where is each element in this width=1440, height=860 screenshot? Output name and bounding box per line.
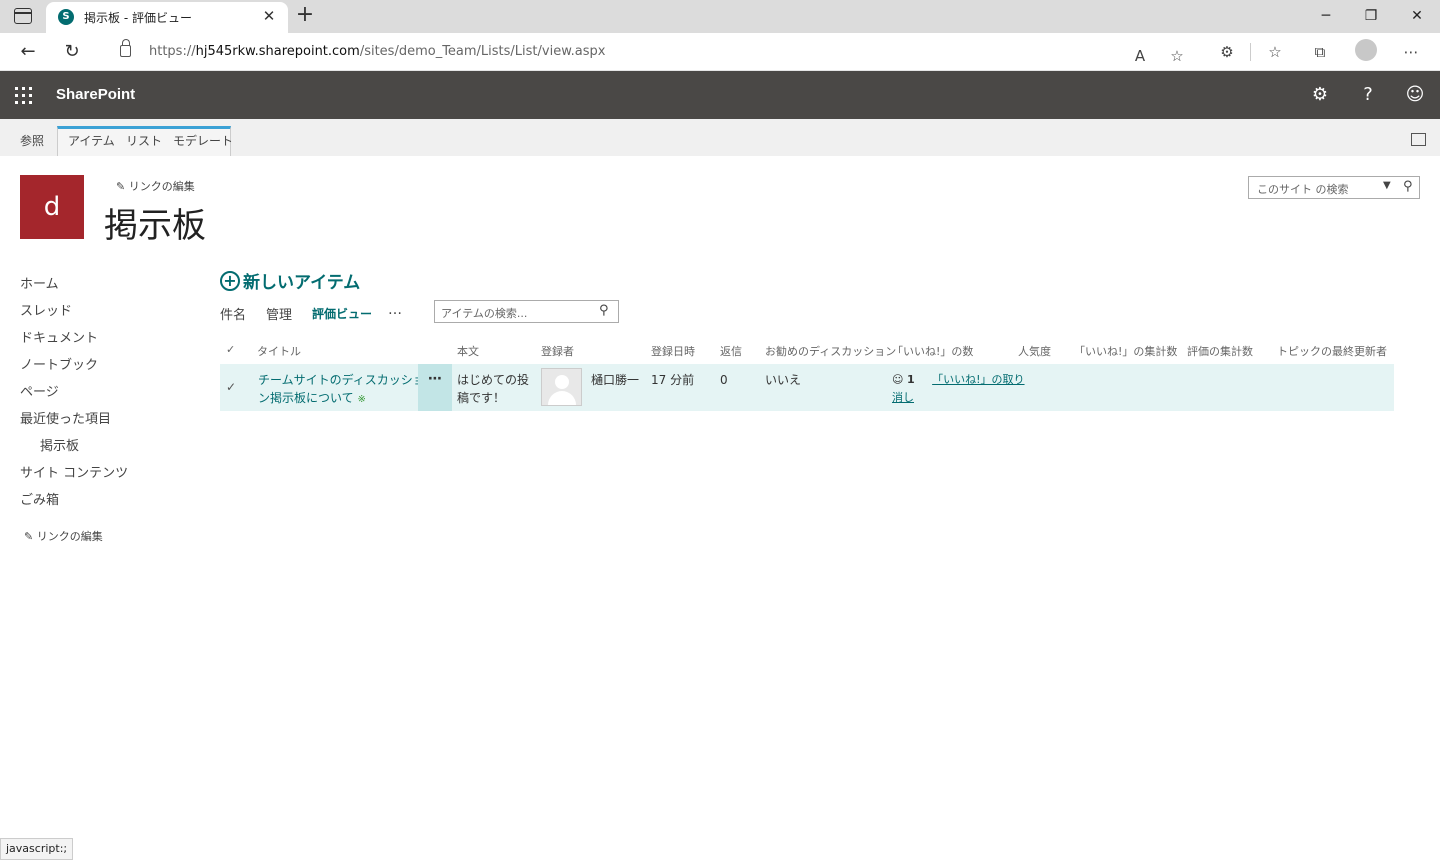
browser-status-bar: javascript:; bbox=[0, 838, 74, 860]
item-author[interactable]: 樋口勝一 bbox=[591, 371, 639, 389]
collections-icon[interactable]: ⧉ bbox=[1309, 41, 1331, 63]
col-header-title[interactable]: タイトル bbox=[257, 343, 301, 359]
new-item-button[interactable]: + 新しいアイテム bbox=[220, 268, 360, 293]
close-window-icon[interactable]: ✕ bbox=[1404, 4, 1430, 28]
more-menu-icon[interactable]: ⋯ bbox=[1400, 41, 1422, 63]
item-created: 17 分前 bbox=[651, 373, 695, 387]
favorites-icon[interactable]: ☆ bbox=[1264, 41, 1286, 63]
view-manage[interactable]: 管理 bbox=[266, 304, 292, 323]
lock-icon[interactable] bbox=[120, 39, 131, 57]
tab-actions-icon[interactable] bbox=[14, 8, 32, 24]
item-menu-button[interactable]: ⋯ bbox=[418, 364, 452, 411]
col-header-last-modified-by[interactable]: トピックの最終更新者 bbox=[1277, 343, 1387, 359]
pencil-icon: ✎ bbox=[116, 180, 129, 193]
profile-avatar[interactable] bbox=[1355, 39, 1377, 61]
minimize-icon[interactable]: ─ bbox=[1313, 4, 1339, 28]
view-subject[interactable]: 件名 bbox=[220, 304, 246, 323]
ql-edit-links[interactable]: ✎ リンクの編集 bbox=[24, 528, 103, 544]
help-icon[interactable]: ? bbox=[1356, 83, 1380, 107]
ql-item-recent[interactable]: 最近使った項目 bbox=[20, 408, 111, 427]
like-cell: ☺ 1 「いいね!」の取り 消し bbox=[892, 371, 1025, 407]
site-search-box[interactable]: このサイト の検索 ▼ ⚲ bbox=[1248, 176, 1420, 199]
unlike-link[interactable]: 「いいね!」の取り bbox=[932, 373, 1024, 386]
item-search-box[interactable]: アイテムの検索... ⚲ bbox=[434, 300, 619, 323]
ribbon: 参照 アイテム リスト モデレート bbox=[0, 119, 1440, 156]
col-header-featured[interactable]: お勧めのディスカッション bbox=[765, 343, 896, 359]
back-icon[interactable]: ← bbox=[15, 39, 41, 65]
item-title-link[interactable]: チームサイトのディスカッショ ン掲示板について ※ bbox=[258, 371, 425, 409]
refresh-icon[interactable]: ↻ bbox=[59, 39, 85, 65]
tab-moderate[interactable]: モデレート bbox=[163, 126, 243, 156]
tab-items[interactable]: アイテム bbox=[58, 126, 125, 156]
ql-item-discussion-board[interactable]: 掲示板 bbox=[40, 435, 79, 454]
page-title[interactable]: 掲示板 bbox=[104, 198, 206, 247]
item-search-placeholder: アイテムの検索... bbox=[441, 307, 528, 320]
col-header-created[interactable]: 登録日時 bbox=[651, 343, 695, 359]
add-icon: + bbox=[220, 270, 240, 291]
author-photo[interactable] bbox=[541, 368, 582, 406]
extensions-icon[interactable]: ⚙ bbox=[1216, 41, 1238, 63]
ql-item-pages[interactable]: ページ bbox=[20, 381, 59, 400]
item-body: はじめての投 稿です！ bbox=[457, 373, 530, 405]
tab-title: 掲示板 - 評価ビュー bbox=[84, 11, 192, 25]
restore-icon[interactable]: ❐ bbox=[1358, 4, 1384, 28]
ql-item-threads[interactable]: スレッド bbox=[20, 300, 72, 319]
site-search-placeholder: このサイト の検索 bbox=[1257, 183, 1349, 196]
sharepoint-favicon-icon: S bbox=[58, 9, 74, 25]
view-rating[interactable]: 評価ビュー bbox=[312, 305, 372, 322]
ql-item-notebook[interactable]: ノートブック bbox=[20, 354, 98, 373]
account-icon[interactable]: ☺ bbox=[1403, 83, 1427, 107]
url-text[interactable]: https://hj545rkw.sharepoint.com/sites/de… bbox=[149, 44, 605, 59]
unlike-link-cont[interactable]: 消し bbox=[892, 389, 1025, 407]
search-icon[interactable]: ⚲ bbox=[599, 303, 609, 318]
more-views-icon[interactable]: … bbox=[388, 302, 402, 318]
col-header-rating-total[interactable]: 評価の集計数 bbox=[1187, 343, 1253, 359]
col-header-replies[interactable]: 返信 bbox=[720, 343, 742, 359]
edit-links-top[interactable]: ✎ リンクの編集 bbox=[116, 178, 195, 194]
col-header-body[interactable]: 本文 bbox=[457, 343, 479, 359]
read-aloud-icon[interactable]: A bbox=[1129, 45, 1151, 67]
smile-icon: ☺ bbox=[892, 373, 907, 386]
item-replies: 0 bbox=[720, 373, 728, 387]
ql-item-site-contents[interactable]: サイト コンテンツ bbox=[20, 462, 128, 481]
app-launcher-icon[interactable] bbox=[15, 87, 32, 104]
ql-item-home[interactable]: ホーム bbox=[20, 273, 59, 292]
col-header-like-total[interactable]: 「いいね!」の集計数 bbox=[1074, 343, 1177, 359]
add-favorite-icon[interactable]: ☆ bbox=[1166, 45, 1188, 67]
pencil-icon: ✎ bbox=[24, 530, 37, 543]
browser-tab[interactable]: S 掲示板 - 評価ビュー ✕ bbox=[46, 2, 288, 33]
toolbar-divider bbox=[1250, 43, 1251, 61]
select-all-check-icon[interactable]: ✓ bbox=[226, 343, 235, 356]
ql-item-documents[interactable]: ドキュメント bbox=[20, 327, 98, 346]
focus-on-content-icon[interactable] bbox=[1411, 133, 1426, 146]
ql-item-recycle-bin[interactable]: ごみ箱 bbox=[20, 489, 59, 508]
new-item-icon: ※ bbox=[357, 394, 366, 405]
new-tab-button[interactable]: + bbox=[294, 4, 316, 26]
sharepoint-brand[interactable]: SharePoint bbox=[56, 86, 135, 103]
row-select-check-icon[interactable]: ✓ bbox=[226, 380, 236, 394]
item-featured: いいえ bbox=[765, 373, 802, 387]
address-bar-row: ← ↻ https://hj545rkw.sharepoint.com/site… bbox=[0, 33, 1440, 71]
close-tab-icon[interactable]: ✕ bbox=[260, 7, 278, 25]
search-scope-dropdown-icon[interactable]: ▼ bbox=[1383, 180, 1391, 191]
col-header-popularity[interactable]: 人気度 bbox=[1018, 343, 1051, 359]
sharepoint-suite-bar: SharePoint ⚙ ? ☺ bbox=[0, 71, 1440, 119]
address-bar[interactable]: https://hj545rkw.sharepoint.com/sites/de… bbox=[100, 37, 1200, 67]
search-icon[interactable]: ⚲ bbox=[1403, 179, 1413, 194]
tab-browse[interactable]: 参照 bbox=[10, 126, 54, 156]
col-header-author[interactable]: 登録者 bbox=[541, 343, 574, 359]
settings-gear-icon[interactable]: ⚙ bbox=[1308, 83, 1332, 107]
col-header-like-count[interactable]: 「いいね!」の数 bbox=[892, 343, 973, 359]
browser-tab-strip: S 掲示板 - 評価ビュー ✕ + ─ ❐ ✕ bbox=[0, 0, 1440, 33]
site-logo[interactable]: d bbox=[20, 175, 84, 239]
